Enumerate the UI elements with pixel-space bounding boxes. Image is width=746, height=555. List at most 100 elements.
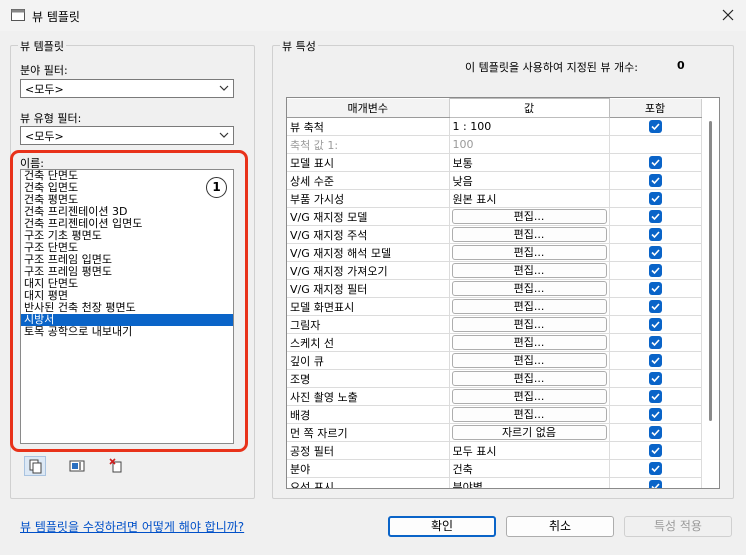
include-checkbox[interactable]	[648, 300, 662, 314]
chevron-down-icon	[219, 132, 229, 138]
property-row[interactable]: 축척 값 1: 100	[287, 135, 702, 154]
property-row[interactable]: 사진 촬영 노출 편집...	[287, 387, 702, 406]
property-row[interactable]: 공정 필터 모두 표시	[287, 441, 702, 460]
scrollbar-thumb[interactable]	[709, 121, 712, 421]
apply-properties-button[interactable]: 특성 적용	[624, 516, 732, 537]
close-button[interactable]	[716, 5, 740, 25]
property-row[interactable]: 모델 화면표시 편집...	[287, 297, 702, 316]
checkmark-icon	[650, 267, 660, 275]
include-cell	[609, 387, 702, 406]
include-checkbox[interactable]	[648, 174, 662, 188]
properties-grid[interactable]: 매개변수 값 포함 뷰 축척 1 : 100 축척 값 1: 100 모델 표시 보통 상세…	[286, 97, 720, 489]
discipline-filter-combo[interactable]: <모두>	[20, 79, 234, 98]
edit-button[interactable]: 편집...	[451, 317, 607, 332]
property-row[interactable]: 스케치 선 편집...	[287, 333, 702, 352]
include-checkbox[interactable]	[648, 192, 662, 206]
include-cell	[609, 423, 702, 442]
property-value[interactable]: 모두 표시	[449, 441, 610, 460]
duplicate-button[interactable]	[24, 456, 46, 476]
include-checkbox[interactable]	[648, 390, 662, 404]
include-checkbox[interactable]	[648, 210, 662, 224]
property-value[interactable]: 낮음	[449, 171, 610, 190]
edit-button[interactable]: 편집...	[451, 281, 607, 296]
property-value-cell: 편집...	[449, 369, 610, 388]
property-name: V/G 재지정 필터	[287, 279, 450, 298]
property-value-cell: 편집...	[449, 405, 610, 424]
property-row[interactable]: V/G 재지정 모델 편집...	[287, 207, 702, 226]
property-value-cell: 편집...	[449, 225, 610, 244]
property-name: 뷰 축척	[287, 117, 450, 136]
property-name: 분야	[287, 459, 450, 478]
close-icon	[722, 9, 734, 21]
include-checkbox[interactable]	[648, 480, 662, 488]
property-row[interactable]: V/G 재지정 필터 편집...	[287, 279, 702, 298]
edit-button[interactable]: 편집...	[451, 407, 607, 422]
property-value[interactable]: 분야별	[449, 477, 610, 488]
property-row[interactable]: 배경 편집...	[287, 405, 702, 424]
property-name: V/G 재지정 가져오기	[287, 261, 450, 280]
property-row[interactable]: V/G 재지정 해석 모델 편집...	[287, 243, 702, 262]
property-value-cell: 자르기 없음	[449, 423, 610, 442]
edit-button[interactable]: 편집...	[451, 245, 607, 260]
include-column-header[interactable]: 포함	[609, 98, 702, 118]
property-row[interactable]: V/G 재지정 주석 편집...	[287, 225, 702, 244]
property-row[interactable]: 그림자 편집...	[287, 315, 702, 334]
property-row[interactable]: V/G 재지정 가져오기 편집...	[287, 261, 702, 280]
include-checkbox[interactable]	[648, 228, 662, 242]
delete-button[interactable]	[106, 456, 128, 476]
ok-button[interactable]: 확인	[388, 516, 496, 537]
include-checkbox[interactable]	[648, 318, 662, 332]
view-count-label: 이 템플릿을 사용하여 지정된 뷰 개수:	[465, 61, 638, 74]
edit-button[interactable]: 편집...	[451, 353, 607, 368]
include-checkbox[interactable]	[648, 336, 662, 350]
edit-button[interactable]: 편집...	[451, 209, 607, 224]
include-checkbox[interactable]	[648, 120, 662, 134]
include-checkbox[interactable]	[648, 426, 662, 440]
include-checkbox[interactable]	[648, 462, 662, 476]
edit-button[interactable]: 자르기 없음	[451, 425, 607, 440]
properties-scrollbar[interactable]	[703, 117, 718, 488]
property-value[interactable]: 원본 표시	[449, 189, 610, 208]
property-row[interactable]: 부품 가시성 원본 표시	[287, 189, 702, 208]
edit-button[interactable]: 편집...	[451, 389, 607, 404]
property-row[interactable]: 먼 쪽 자르기 자르기 없음	[287, 423, 702, 442]
checkmark-icon	[650, 195, 660, 203]
edit-button[interactable]: 편집...	[451, 263, 607, 278]
help-link[interactable]: 뷰 템플릿을 수정하려면 어떻게 해야 합니까?	[20, 518, 244, 535]
property-name: 부품 가시성	[287, 189, 450, 208]
edit-button[interactable]: 편집...	[451, 299, 607, 314]
include-checkbox[interactable]	[648, 282, 662, 296]
checkmark-icon	[650, 483, 660, 488]
properties-grid-body: 뷰 축척 1 : 100 축척 값 1: 100 모델 표시 보통 상세 수준 낮음 부품 가시…	[287, 117, 702, 488]
property-row[interactable]: 요선 표시 분야별	[287, 477, 702, 488]
edit-button[interactable]: 편집...	[451, 371, 607, 386]
cancel-button[interactable]: 취소	[506, 516, 614, 537]
property-row[interactable]: 상세 수준 낮음	[287, 171, 702, 190]
property-value-cell: 편집...	[449, 297, 610, 316]
include-checkbox[interactable]	[648, 156, 662, 170]
property-row[interactable]: 모델 표시 보통	[287, 153, 702, 172]
property-row[interactable]: 깊이 큐 편집...	[287, 351, 702, 370]
include-checkbox[interactable]	[648, 408, 662, 422]
edit-button[interactable]: 편집...	[451, 227, 607, 242]
include-cell	[609, 405, 702, 424]
view-type-filter-combo[interactable]: <모두>	[20, 126, 234, 145]
property-value[interactable]: 보통	[449, 153, 610, 172]
include-checkbox[interactable]	[648, 354, 662, 368]
property-value[interactable]: 건축	[449, 459, 610, 478]
checkmark-icon	[650, 123, 660, 131]
rename-button[interactable]	[66, 456, 88, 476]
property-value[interactable]: 1 : 100	[449, 117, 610, 136]
include-checkbox[interactable]	[648, 246, 662, 260]
property-row[interactable]: 조명 편집...	[287, 369, 702, 388]
value-column-header[interactable]: 값	[448, 98, 610, 118]
edit-button[interactable]: 편집...	[451, 335, 607, 350]
include-checkbox[interactable]	[648, 444, 662, 458]
checkmark-icon	[650, 429, 660, 437]
include-checkbox[interactable]	[648, 264, 662, 278]
property-row[interactable]: 분야 건축	[287, 459, 702, 478]
property-row[interactable]: 뷰 축척 1 : 100	[287, 117, 702, 136]
include-checkbox[interactable]	[648, 372, 662, 386]
param-column-header[interactable]: 매개변수	[287, 98, 450, 118]
include-cell	[609, 369, 702, 388]
